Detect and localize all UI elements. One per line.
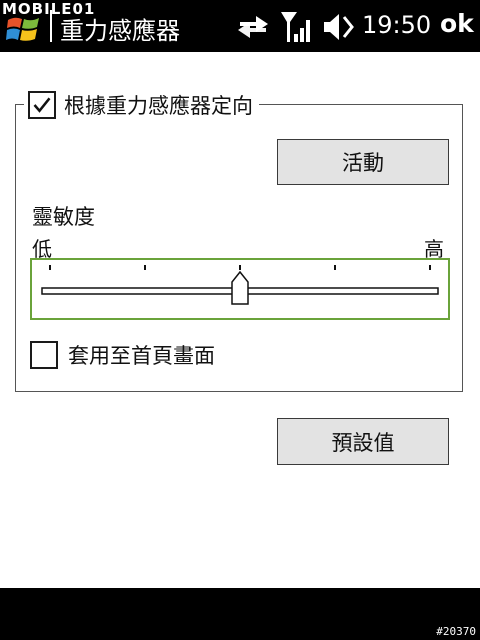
- app-title: 重力感應器: [60, 17, 180, 45]
- title-separator: [50, 10, 52, 42]
- slider-tick: [429, 265, 431, 270]
- defaults-button[interactable]: 預設值: [277, 418, 449, 465]
- sensitivity-slider[interactable]: [30, 258, 450, 320]
- bottom-bar: #20370: [0, 588, 480, 640]
- checkmark-icon: [33, 97, 51, 113]
- title-bar: MOBILE01 重力感應器 19:50 ok: [0, 0, 480, 52]
- activate-button[interactable]: 活動: [277, 139, 449, 185]
- sensitivity-label: 靈敏度: [32, 205, 95, 229]
- slider-tick: [144, 265, 146, 270]
- slider-tick: [49, 265, 51, 270]
- apply-home-checkbox-row[interactable]: 套用至首頁畫面: [30, 340, 215, 370]
- sync-icon: [238, 16, 268, 38]
- windows-start-icon[interactable]: [6, 14, 42, 44]
- orientation-checkbox-label: 根據重力感應器定向: [64, 94, 253, 118]
- image-number: #20370: [436, 625, 476, 638]
- volume-icon: [324, 14, 354, 40]
- slider-tick: [334, 265, 336, 270]
- slider-tick: [239, 265, 241, 270]
- slider-thumb[interactable]: [231, 270, 249, 305]
- clock: 19:50: [362, 11, 432, 39]
- apply-home-checkbox[interactable]: [30, 341, 58, 369]
- signal-icon: [281, 12, 310, 42]
- ok-button[interactable]: ok: [440, 9, 474, 38]
- orientation-checkbox[interactable]: [28, 91, 56, 119]
- apply-home-label: 套用至首頁畫面: [68, 344, 215, 368]
- orientation-checkbox-row[interactable]: 根據重力感應器定向: [24, 88, 259, 122]
